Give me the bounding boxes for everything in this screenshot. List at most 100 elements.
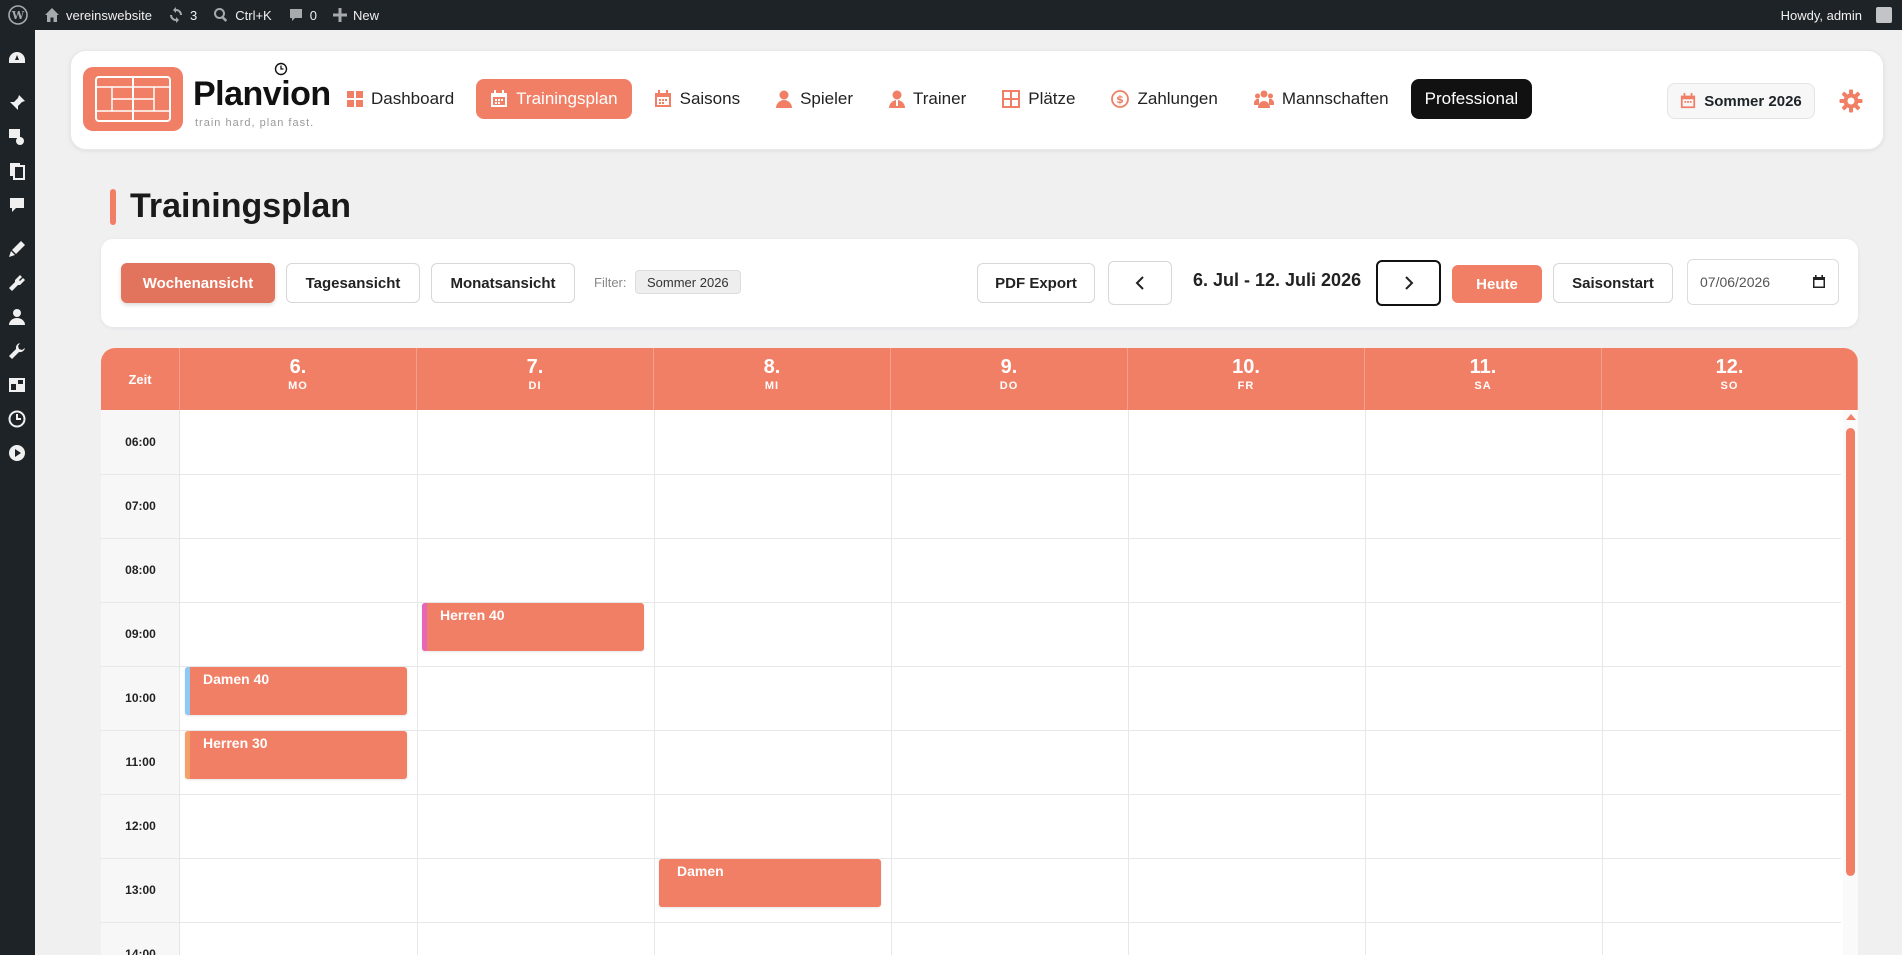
dollar-icon: $ (1111, 90, 1130, 108)
plugins-icon[interactable] (8, 274, 26, 292)
prev-week-button[interactable] (1108, 261, 1172, 305)
nav-dashboard[interactable]: Dashboard (333, 79, 468, 119)
dashboard-icon[interactable] (8, 50, 26, 68)
plus-icon (332, 8, 347, 22)
week-view-button[interactable]: Wochenansicht (121, 263, 275, 303)
nav-label: Plätze (1028, 89, 1076, 108)
grid-icon (347, 91, 363, 107)
pdf-export-button[interactable]: PDF Export (977, 263, 1095, 303)
day-name: DO (999, 380, 1019, 392)
day-name: DI (528, 380, 542, 392)
event-color-stripe (185, 731, 190, 779)
today-button[interactable]: Heute (1452, 265, 1542, 303)
gear-icon[interactable] (1839, 89, 1863, 113)
site-name-link[interactable]: vereinswebsite (36, 0, 160, 30)
date-value: 07/06/2026 (1700, 274, 1771, 290)
day-column-line (1602, 410, 1603, 955)
nav-trainer[interactable]: Trainer (875, 79, 980, 119)
nav-label: Professional (1424, 89, 1519, 108)
training-event[interactable]: Herren 40 (422, 603, 644, 651)
nav-plaetze[interactable]: Plätze (988, 79, 1089, 119)
chevron-left-icon (1135, 276, 1144, 290)
day-view-button[interactable]: Tagesansicht (286, 263, 420, 303)
week-calendar: Zeit 6. MO 7. DI 8. MI 9. DO 10. FR 11. SA 12. SO 06:… (101, 348, 1858, 955)
nav-saisons[interactable]: Saisons (640, 79, 754, 119)
event-color-stripe (659, 859, 664, 907)
calendar-header: Zeit 6. MO 7. DI 8. MI 9. DO 10. FR 11. SA 12. SO (101, 348, 1858, 410)
person-icon (776, 90, 793, 108)
month-view-button[interactable]: Monatsansicht (431, 263, 575, 303)
hour-line (101, 538, 1841, 539)
comments-icon[interactable] (8, 196, 26, 214)
team-icon (1253, 90, 1274, 108)
day-column-line (654, 410, 655, 955)
home-icon (45, 8, 59, 22)
hour-line (101, 474, 1841, 475)
nav-trainingsplan[interactable]: Trainingsplan (476, 79, 632, 119)
nav-spieler[interactable]: Spieler (762, 79, 867, 119)
comments-link[interactable]: 0 (280, 0, 325, 30)
appearance-icon[interactable] (8, 240, 26, 258)
time-label: 06:00 (125, 435, 156, 449)
calendar-scrollbar[interactable] (1843, 410, 1858, 955)
nav-label: Mannschaften (1281, 89, 1389, 108)
nav-label: Zahlungen (1137, 89, 1218, 108)
day-number: 9. (1000, 356, 1018, 378)
clock-icon[interactable] (8, 410, 26, 428)
hour-line (101, 922, 1841, 923)
event-title: Damen (677, 863, 724, 879)
filter-chip[interactable]: Sommer 2026 (635, 270, 741, 294)
calendar-icon (654, 90, 671, 107)
season-selector[interactable]: Sommer 2026 (1667, 83, 1815, 119)
scroll-up-arrow[interactable] (1846, 414, 1856, 420)
new-content-link[interactable]: New (325, 0, 387, 30)
comment-icon (289, 9, 302, 21)
day-header: 6. MO (180, 348, 417, 410)
training-event[interactable]: Damen (659, 859, 881, 907)
hour-line (101, 858, 1841, 859)
admin-bar: W vereinswebsite 3 Ctrl+K 0 New Howdy, a… (0, 0, 1902, 30)
calendar-icon (1681, 93, 1696, 109)
pin-icon[interactable] (8, 94, 26, 112)
time-label: 11:00 (125, 755, 156, 769)
time-label: 13:00 (125, 883, 156, 897)
day-header: 12. SO (1602, 348, 1858, 410)
date-picker-input[interactable]: 07/06/2026 (1687, 259, 1839, 305)
media-icon[interactable] (8, 128, 26, 146)
calendar-icon (491, 90, 508, 107)
calendar-icon[interactable] (1812, 275, 1826, 289)
time-label: 10:00 (125, 691, 156, 705)
time-column: 06:00 07:00 08:00 09:00 10:00 11:00 12:00 13:00… (101, 410, 180, 955)
event-title: Herren 30 (203, 735, 268, 751)
wordpress-logo-icon[interactable]: W (0, 0, 36, 30)
brand-name: Planvion (193, 75, 331, 113)
date-range: 6. Jul - 12. Juli 2026 (1193, 270, 1362, 290)
scrollbar-thumb[interactable] (1846, 428, 1855, 876)
updates-link[interactable]: 3 (160, 0, 205, 30)
time-label: 14:00 (125, 947, 156, 955)
nav-label: Trainer (913, 89, 967, 108)
settings-icon[interactable] (8, 376, 26, 394)
search-link[interactable]: Ctrl+K (205, 0, 279, 30)
training-event[interactable]: Herren 30 (185, 731, 407, 779)
next-week-button[interactable] (1376, 260, 1441, 306)
day-name: MO (288, 380, 308, 392)
nav-zahlungen[interactable]: $ Zahlungen (1097, 79, 1231, 119)
tools-icon[interactable] (8, 342, 26, 360)
nav-professional[interactable]: Professional (1410, 79, 1533, 119)
training-event[interactable]: Damen 40 (185, 667, 407, 715)
account-menu[interactable]: Howdy, admin (1773, 0, 1902, 30)
hour-line (101, 794, 1841, 795)
day-column-line (1128, 410, 1129, 955)
logo[interactable] (83, 67, 183, 131)
day-header: 8. MI (654, 348, 891, 410)
users-icon[interactable] (8, 308, 26, 326)
time-header: Zeit (101, 348, 180, 410)
nav-mannschaften[interactable]: Mannschaften (1240, 79, 1403, 119)
pages-icon[interactable] (8, 162, 26, 180)
season-start-button[interactable]: Saisonstart (1553, 263, 1673, 303)
play-icon[interactable] (8, 444, 26, 462)
nav-label: Dashboard (371, 89, 455, 108)
hour-line (101, 602, 1841, 603)
admin-side-menu (0, 30, 35, 955)
